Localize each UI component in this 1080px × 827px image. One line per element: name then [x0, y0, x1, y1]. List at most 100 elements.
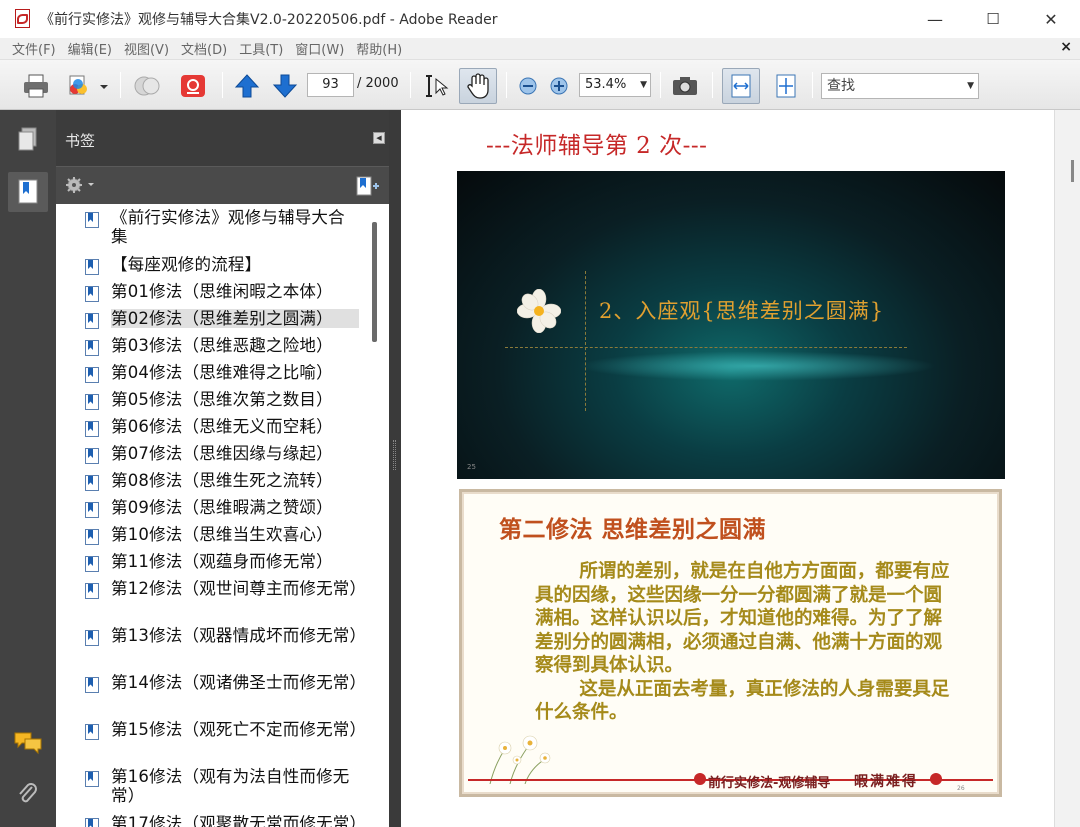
bookmark-label: 第11修法（观蕴身而修无常）: [111, 552, 333, 571]
text-cursor-icon: [426, 75, 449, 97]
bookmark-item[interactable]: 第13修法（观器情成坏而修无常）: [61, 626, 371, 670]
chevron-down-icon[interactable]: ▼: [640, 74, 647, 96]
paperclip-icon: [19, 783, 37, 803]
bookmarks-scrollbar[interactable]: [372, 222, 377, 342]
slide-2-page-number: 26: [957, 785, 965, 792]
menu-tools[interactable]: 工具(T): [233, 39, 289, 58]
slide-2-paragraph-1: 所谓的差别，就是在自他方方面面，都要有应具的因缘，这些因缘一分一分都圆满了就是一…: [535, 561, 950, 676]
bookmark-icon: [85, 394, 99, 410]
collapse-panel-button[interactable]: ◀: [373, 132, 385, 144]
close-button[interactable]: ✕: [1022, 0, 1080, 38]
new-bookmark-button[interactable]: [355, 175, 381, 201]
snapshot-button[interactable]: [668, 72, 702, 100]
bookmark-label: 【每座观修的流程】: [111, 255, 262, 274]
bookmark-label: 《前行实修法》观修与辅导大合集: [111, 208, 345, 246]
slide-2-title: 第二修法 思维差别之圆满: [499, 517, 767, 543]
bookmark-label: 第03修法（思维恶趣之险地）: [111, 336, 333, 355]
bookmark-label: 第15修法（观死亡不定而修无常）: [111, 720, 367, 739]
bookmark-item[interactable]: 【每座观修的流程】: [61, 255, 371, 279]
bookmark-item[interactable]: 第16修法（观有为法自性而修无常）: [61, 767, 371, 811]
bookmark-icon: [85, 475, 99, 491]
bookmark-item[interactable]: 第04修法（思维难得之比喻）: [61, 363, 371, 387]
bookmark-item[interactable]: 第07修法（思维因缘与缘起）: [61, 444, 371, 468]
bookmark-icon: [85, 529, 99, 545]
previous-page-button[interactable]: [230, 72, 264, 100]
bookmark-item[interactable]: 第01修法（思维闲暇之本体）: [61, 282, 371, 306]
bookmark-label: 第04修法（思维难得之比喻）: [111, 363, 333, 382]
bookmark-item[interactable]: 第05修法（思维次第之数目）: [61, 390, 371, 414]
hand-tool-button[interactable]: [459, 68, 497, 104]
bookmark-item[interactable]: 第06修法（思维无义而空耗）: [61, 417, 371, 441]
bookmark-item[interactable]: 第02修法（思维差别之圆满）: [61, 309, 371, 333]
share-button[interactable]: [176, 72, 210, 100]
next-page-button[interactable]: [268, 72, 302, 100]
flower-icon: [517, 289, 561, 333]
menu-bar: 文件(F) 编辑(E) 视图(V) 文档(D) 工具(T) 窗口(W) 帮助(H…: [0, 38, 1080, 60]
bookmark-item[interactable]: 第17修法（观聚散无常而修无常）: [61, 814, 371, 827]
print-button[interactable]: [20, 72, 52, 100]
bookmark-label: 第07修法（思维因缘与缘起）: [111, 444, 333, 463]
attachments-panel-button[interactable]: [8, 774, 48, 814]
document-scrollbar[interactable]: [1054, 110, 1080, 827]
bookmark-icon: [85, 771, 99, 787]
bookmarks-panel-header: 书签 ◀: [56, 110, 389, 166]
bookmark-item[interactable]: 第03修法（思维恶趣之险地）: [61, 336, 371, 360]
bookmarks-panel-title: 书签: [65, 132, 96, 150]
bookmark-item[interactable]: 第15修法（观死亡不定而修无常）: [61, 720, 371, 764]
zoom-in-button[interactable]: [545, 72, 573, 100]
menu-help[interactable]: 帮助(H): [350, 39, 408, 58]
daisy-decoration-icon: [489, 735, 551, 784]
bookmark-label: 第05修法（思维次第之数目）: [111, 390, 333, 409]
select-tool-button[interactable]: [418, 72, 452, 100]
slide-1-title: 2、入座观{思维差别之圆满}: [599, 299, 885, 323]
bookmark-icon: [85, 421, 99, 437]
bookmark-label: 第13修法（观器情成坏而修无常）: [111, 626, 367, 645]
page-number-input[interactable]: 93: [307, 73, 354, 97]
bookmark-item[interactable]: 第11修法（观蕴身而修无常）: [61, 552, 371, 576]
fit-page-button[interactable]: [768, 70, 804, 102]
collaborate-button[interactable]: [130, 72, 164, 100]
bookmark-panel-icon: [18, 179, 38, 204]
splitter-grip[interactable]: [393, 440, 396, 470]
zoom-out-button[interactable]: [514, 72, 542, 100]
menu-edit[interactable]: 编辑(E): [62, 39, 118, 58]
bookmarks-panel-button[interactable]: [8, 172, 48, 212]
bookmark-item[interactable]: 《前行实修法》观修与辅导大合集: [61, 208, 371, 252]
hand-icon: [467, 73, 489, 99]
comments-icon: [14, 732, 42, 755]
zoom-select[interactable]: 53.4% ▼: [579, 73, 651, 97]
scrollbar-thumb[interactable]: [1071, 160, 1074, 182]
slide-2-footer: 前行实修法-观修辅导: [708, 776, 831, 791]
bookmark-item[interactable]: 第09修法（思维暇满之赞颂）: [61, 498, 371, 522]
menu-file[interactable]: 文件(F): [6, 39, 62, 58]
comments-panel-button[interactable]: [8, 722, 48, 762]
fit-width-button[interactable]: [722, 68, 760, 104]
find-placeholder: 查找: [827, 78, 855, 94]
chevron-down-icon[interactable]: ▼: [967, 74, 974, 98]
bookmark-item[interactable]: 第10修法（思维当生欢喜心）: [61, 525, 371, 549]
minimize-button[interactable]: —: [906, 0, 964, 38]
menu-view[interactable]: 视图(V): [118, 39, 175, 58]
bookmark-item[interactable]: 第08修法（思维生死之流转）: [61, 471, 371, 495]
close-document-button[interactable]: ×: [1060, 39, 1072, 55]
bookmark-item[interactable]: 第12修法（观世间尊主而修无常）: [61, 579, 371, 623]
options-button[interactable]: [64, 175, 96, 199]
bookmark-label: 第02修法（思维差别之圆满）: [111, 309, 359, 328]
bookmark-icon: [85, 502, 99, 518]
pages-panel-button[interactable]: [8, 120, 48, 160]
menu-document[interactable]: 文档(D): [175, 39, 233, 58]
bookmark-label: 第17修法（观聚散无常而修无常）: [111, 814, 367, 827]
maximize-button[interactable]: ☐: [964, 0, 1022, 38]
bookmark-icon: [85, 630, 99, 646]
create-pdf-button[interactable]: [64, 72, 112, 100]
bookmark-icon: [85, 677, 99, 693]
bookmarks-list: 《前行实修法》观修与辅导大合集【每座观修的流程】第01修法（思维闲暇之本体） 第0…: [61, 204, 389, 827]
bookmark-item[interactable]: 第14修法（观诸佛圣士而修无常）: [61, 673, 371, 717]
zoom-out-icon: [519, 77, 537, 95]
page-heading: ---法师辅导第 2 次---: [486, 133, 708, 159]
find-input[interactable]: 查找 ▼: [821, 73, 979, 99]
camera-icon: [673, 77, 697, 95]
slide-1-page-number: 25: [467, 463, 476, 471]
menu-window[interactable]: 窗口(W): [289, 39, 350, 58]
slide-2-paragraph-2: 这是从正面去考量，真正修法的人身需要具足什么条件。: [535, 678, 950, 724]
